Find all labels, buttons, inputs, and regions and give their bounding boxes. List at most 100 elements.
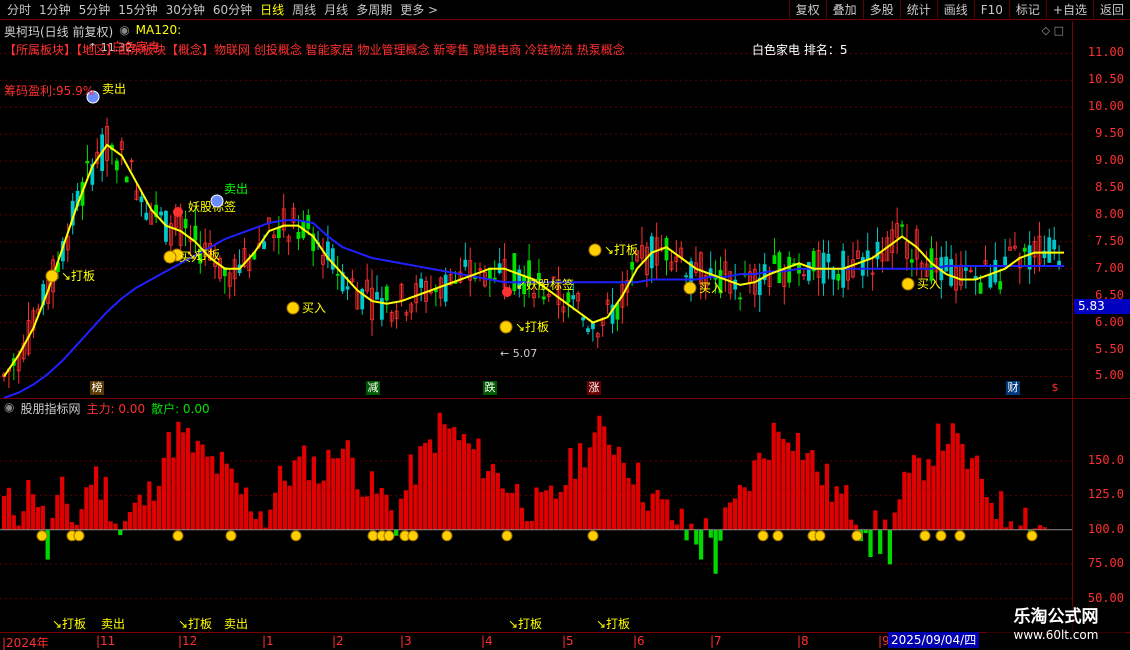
event-marker[interactable]: 涨 <box>587 381 601 395</box>
candle-body <box>978 282 983 294</box>
candle-body <box>630 262 635 270</box>
main-force-bar <box>490 463 496 530</box>
main-force-bar <box>979 478 984 530</box>
main-chart-pane[interactable]: ↑ 11.32 ← 5.07 ↘打板 卖出 ↘打板 买入 妖股标签 卖出 买入 ↙妖股标签 ↘打板 ↘… <box>0 21 1130 398</box>
main-force-bar <box>989 502 994 530</box>
period-tab[interactable]: 15分钟 <box>114 2 161 18</box>
period-tab[interactable]: 5分钟 <box>75 2 115 18</box>
toolbar-button[interactable]: 多股 <box>862 0 900 20</box>
main-force-bar <box>69 522 75 530</box>
price-tick: 11.00 <box>1087 45 1124 60</box>
retail-bar <box>684 529 689 541</box>
main-force-bar <box>510 492 515 530</box>
main-force-bar <box>621 462 626 530</box>
main-force-bar <box>945 443 951 530</box>
main-force-bar <box>268 509 273 530</box>
main-force-bar <box>26 480 31 530</box>
main-force-bar <box>185 427 191 530</box>
main-force-bar <box>819 485 825 530</box>
pane-controls[interactable]: ◇ □ <box>1042 24 1064 37</box>
toolbar-button[interactable]: 返回 <box>1092 0 1130 20</box>
period-tab[interactable]: 60分钟 <box>209 2 256 18</box>
indicator-toggle-icon[interactable]: ◉ <box>4 400 14 417</box>
candle-body <box>664 238 669 261</box>
date-label: |1 <box>262 634 274 648</box>
main-force-bar <box>123 521 128 530</box>
toolbar-button[interactable]: 统计 <box>899 0 937 20</box>
toolbar-button[interactable]: F10 <box>973 0 1009 20</box>
period-tab[interactable]: 30分钟 <box>162 2 209 18</box>
main-force-bar <box>737 484 742 530</box>
main-force-bar <box>495 472 500 530</box>
main-force-bar <box>519 507 525 530</box>
event-marker[interactable]: 财 <box>1006 381 1020 395</box>
main-force-bar <box>844 485 849 530</box>
candle-body <box>944 256 949 272</box>
buy-signal-label: 买入 <box>917 277 941 291</box>
main-force-bar <box>273 492 278 530</box>
period-tab[interactable]: 分时 <box>3 2 35 18</box>
candle-body <box>1047 237 1052 263</box>
candle-body <box>463 259 468 267</box>
main-force-bar <box>839 493 844 530</box>
top-toolbar: 分时 1分钟 5分钟 15分钟 30分钟 60分钟 日线 周线 月线 多周期 更多 > 复权 叠加 多股… <box>0 0 1130 20</box>
main-force-bar <box>340 448 346 530</box>
toolbar-button[interactable]: 画线 <box>936 0 974 20</box>
candle-body <box>738 297 743 300</box>
indicator-header: ◉ 股朋指标网 主力: 0.00 散户: 0.00 <box>4 400 210 417</box>
candle-body <box>586 328 590 332</box>
sector-rank: 白色家电 排名：5 <box>752 43 848 57</box>
main-force-bar <box>505 492 510 530</box>
candlestick-chart[interactable]: ↑ 11.32← 5.07↘打板卖出↘打板买入妖股标签卖出买入↙妖股标签↘打板↘… <box>0 21 1072 398</box>
main-force-bar <box>500 488 505 530</box>
main-force-bar <box>166 432 171 530</box>
main-force-bar <box>142 505 147 530</box>
period-tab[interactable]: 1分钟 <box>35 2 75 18</box>
main-force-bar <box>931 465 936 530</box>
main-force-bar <box>248 511 254 530</box>
retail-bar <box>394 529 399 536</box>
main-force-bar <box>524 521 529 530</box>
main-force-bar <box>427 439 433 530</box>
indicator-chart[interactable]: ↘打板 卖出 ↘打板 卖出 ↘打板 ↘打板 <box>0 399 1072 633</box>
diamond-icon[interactable]: ◇ <box>1042 24 1050 37</box>
toolbar-button[interactable]: 叠加 <box>825 0 863 20</box>
main-force-bar <box>689 523 694 530</box>
date-label: |6 <box>633 634 645 648</box>
main-force-bar <box>93 466 99 530</box>
buy-signal-label: 买入 <box>302 301 326 315</box>
money-bag-icon <box>1026 530 1038 542</box>
money-bag-icon <box>501 530 513 542</box>
maximize-icon[interactable]: □ <box>1054 24 1064 37</box>
main-force-bar <box>752 460 757 530</box>
main-force-bar <box>113 523 118 530</box>
main-force-bar <box>219 451 225 530</box>
main-force-bar <box>853 524 859 530</box>
event-marker[interactable]: $ <box>1048 381 1062 395</box>
toolbar-button[interactable]: +自选 <box>1045 0 1093 20</box>
candle-body <box>900 224 904 227</box>
main-force-bar <box>800 459 805 530</box>
main-force-bar <box>829 501 834 530</box>
event-marker[interactable]: 减 <box>366 381 380 395</box>
toolbar-button[interactable]: 复权 <box>788 0 826 20</box>
main-force-bar <box>277 465 283 530</box>
indicator-axis: 150.0 125.0 100.0 75.00 50.00 <box>1072 399 1130 633</box>
main-force-bar <box>723 507 728 530</box>
period-tab[interactable]: 月线 <box>320 2 352 18</box>
period-tab[interactable]: 日线 <box>256 2 288 18</box>
toolbar-button[interactable]: 标记 <box>1008 0 1046 20</box>
indicator-pane[interactable]: ↘打板 卖出 ↘打板 卖出 ↘打板 ↘打板 ◉ 股朋指标网 主力: 0.00 散户: 0.… <box>0 398 1130 633</box>
limit-signal-label: ↘打板 <box>604 243 638 257</box>
event-marker[interactable]: 跌 <box>483 381 497 395</box>
candle-body <box>1057 260 1061 266</box>
main-force-bar <box>437 412 442 530</box>
event-marker[interactable]: 榜 <box>90 381 104 395</box>
bottom-signal-label: 卖出 <box>101 617 125 631</box>
period-tab[interactable]: 多周期 <box>352 2 396 18</box>
main-force-bar <box>11 515 16 530</box>
period-tab[interactable]: 周线 <box>288 2 320 18</box>
indicator-toggle-icon[interactable]: ◉ <box>119 23 129 39</box>
main-force-bar <box>35 507 41 530</box>
period-tab[interactable]: 更多 > <box>396 2 442 18</box>
